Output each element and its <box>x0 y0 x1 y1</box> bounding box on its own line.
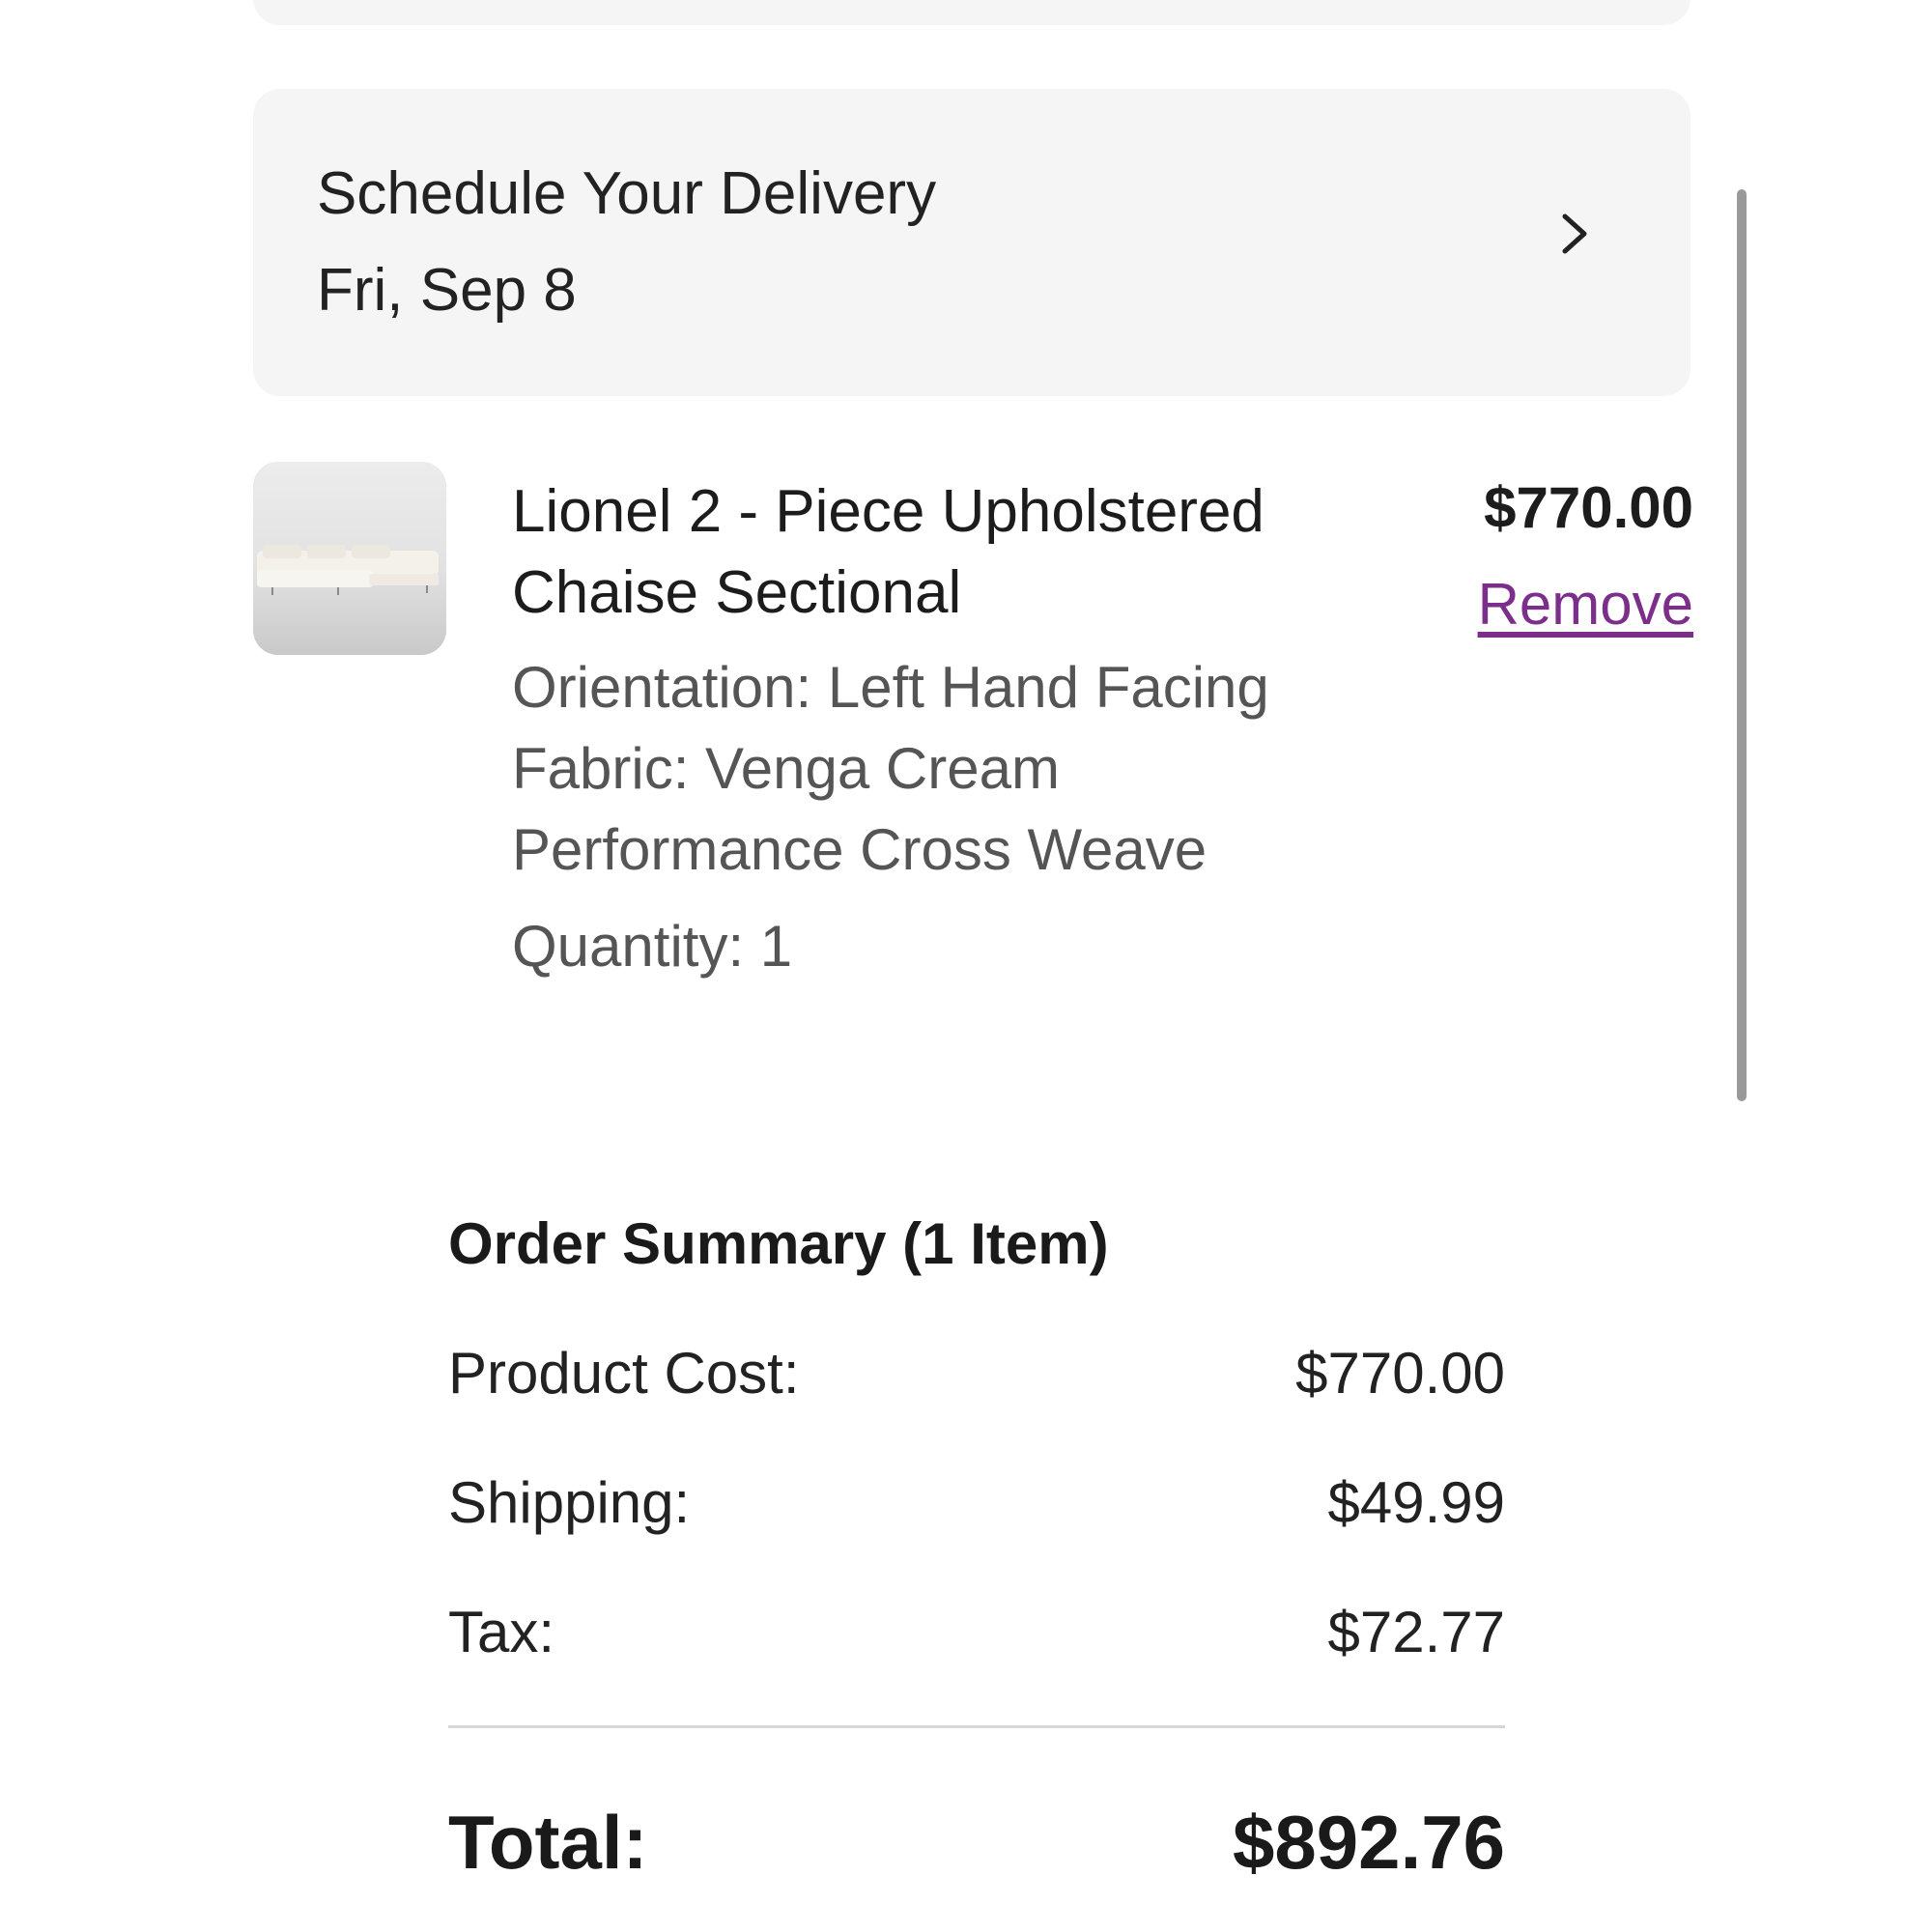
summary-divider <box>448 1725 1505 1728</box>
delivery-title: Schedule Your Delivery <box>317 160 937 227</box>
summary-value: $770.00 <box>1295 1341 1505 1406</box>
total-value: $892.76 <box>1233 1800 1505 1885</box>
order-summary: Order Summary (1 Item) Product Cost: $77… <box>448 1211 1505 1880</box>
delivery-date: Fri, Sep 8 <box>317 257 577 324</box>
scrollbar[interactable] <box>1737 189 1747 1101</box>
order-summary-title: Order Summary (1 Item) <box>448 1211 1109 1276</box>
product-quantity: Quantity: 1 <box>512 914 793 979</box>
summary-label: Tax: <box>448 1600 555 1664</box>
summary-label: Product Cost: <box>448 1341 800 1406</box>
sectional-sofa-thumbnail-icon <box>253 462 446 655</box>
chevron-right-icon[interactable] <box>1548 207 1602 261</box>
summary-value: $49.99 <box>1327 1470 1505 1535</box>
remove-link[interactable]: Remove <box>1478 576 1693 634</box>
product-price: $770.00 <box>1484 475 1693 540</box>
summary-value: $72.77 <box>1327 1600 1505 1664</box>
product-name[interactable]: Lionel 2 - Piece Upholstered Chaise Sect… <box>512 471 1430 634</box>
product-fabric: Fabric: Venga Cream <box>512 736 1060 801</box>
summary-label: Shipping: <box>448 1470 691 1535</box>
total-label: Total: <box>448 1800 648 1885</box>
previous-card <box>253 0 1690 25</box>
product-fabric-detail: Performance Cross Weave <box>512 817 1208 882</box>
schedule-delivery-card[interactable]: Schedule Your Delivery Fri, Sep 8 <box>253 89 1690 396</box>
product-orientation: Orientation: Left Hand Facing <box>512 655 1269 720</box>
product-image[interactable] <box>253 462 446 655</box>
